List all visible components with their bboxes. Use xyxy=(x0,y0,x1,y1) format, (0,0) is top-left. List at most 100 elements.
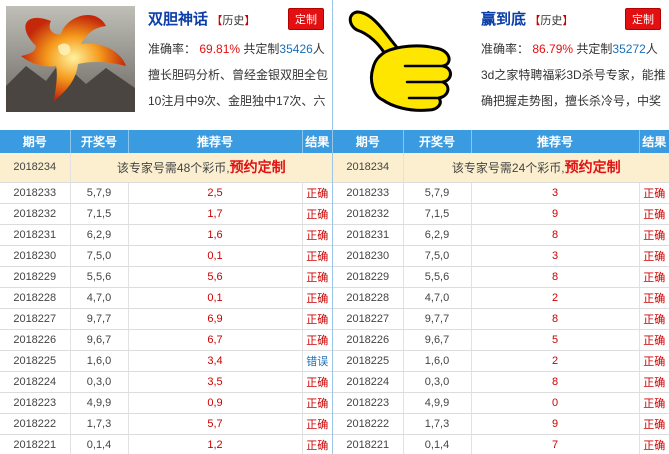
result-cell: 正确 xyxy=(302,392,332,414)
reserve-notice-row: 2018234 该专家号需48个彩币,预约定制 xyxy=(0,153,332,183)
pred-cell: 9 xyxy=(471,413,640,435)
table-row: 2018227 9,7,7 8 正确 xyxy=(333,308,669,330)
pred-cell: 8 xyxy=(471,308,640,330)
draw-cell: 1,7,3 xyxy=(403,413,472,435)
issue-cell: 2018230 xyxy=(0,245,71,267)
issue-cell: 2018229 xyxy=(333,266,404,288)
table-row: 2018232 7,1,5 9 正确 xyxy=(333,203,669,225)
table-row: 2018223 4,9,9 0 正确 xyxy=(333,392,669,414)
accuracy-row: 准确率： 86.79% 共定制35272人 xyxy=(481,42,658,56)
col-draw: 开奖号 xyxy=(70,130,129,153)
result-cell: 正确 xyxy=(639,329,669,351)
expert-name-row: 赢到底 【历史】 xyxy=(481,8,573,28)
expert-panel-left: 双胆神话 【历史】 定制 准确率： 69.81% 共定制35426人 擅长胆码分… xyxy=(0,0,332,454)
issue-cell: 2018225 xyxy=(333,350,404,372)
expert-panel-right: 赢到底 【历史】 定制 准确率： 86.79% 共定制35272人 3d之家特聘… xyxy=(333,0,669,454)
table-row: 2018224 0,3,0 8 正确 xyxy=(333,371,669,393)
draw-cell: 9,7,7 xyxy=(403,308,472,330)
issue-cell: 2018222 xyxy=(333,413,404,435)
issue-cell: 2018229 xyxy=(0,266,71,288)
pred-cell: 1,6 xyxy=(128,224,303,246)
table-row: 2018228 4,7,0 2 正确 xyxy=(333,287,669,309)
pred-cell: 3,4 xyxy=(128,350,303,372)
issue-cell: 2018221 xyxy=(333,434,404,454)
pred-cell: 0,1 xyxy=(128,245,303,267)
issue-cell: 2018230 xyxy=(333,245,404,267)
draw-cell: 0,3,0 xyxy=(403,371,472,393)
draw-cell: 9,6,7 xyxy=(403,329,472,351)
pred-cell: 8 xyxy=(471,224,640,246)
accuracy-value: 86.79% xyxy=(532,42,574,56)
table-row: 2018221 0,1,4 7 正确 xyxy=(333,434,669,454)
issue-cell: 2018231 xyxy=(0,224,71,246)
draw-cell: 1,7,3 xyxy=(70,413,129,435)
thumbs-up-avatar-icon[interactable] xyxy=(339,6,468,112)
result-cell: 错误 xyxy=(302,350,332,372)
result-cell: 正确 xyxy=(302,245,332,267)
draw-cell: 6,2,9 xyxy=(70,224,129,246)
draw-cell: 0,1,4 xyxy=(403,434,472,454)
result-cell: 正确 xyxy=(302,266,332,288)
result-cell: 正确 xyxy=(302,308,332,330)
issue-cell: 2018233 xyxy=(0,182,71,204)
custom-button[interactable]: 定制 xyxy=(288,8,324,30)
table-row: 2018225 1,6,0 3,4 错误 xyxy=(0,350,332,372)
draw-cell: 7,1,5 xyxy=(403,203,472,225)
pred-cell: 0,1 xyxy=(128,287,303,309)
draw-cell: 0,1,4 xyxy=(70,434,129,454)
draw-cell: 1,6,0 xyxy=(70,350,129,372)
history-link[interactable]: 【历史】 xyxy=(529,15,573,27)
col-draw: 开奖号 xyxy=(403,130,472,153)
pred-cell: 8 xyxy=(471,371,640,393)
issue-cell: 2018228 xyxy=(333,287,404,309)
draw-cell: 4,9,9 xyxy=(70,392,129,414)
issue-cell: 2018231 xyxy=(333,224,404,246)
table-row: 2018225 1,6,0 2 正确 xyxy=(333,350,669,372)
result-cell: 正确 xyxy=(302,329,332,351)
result-cell: 正确 xyxy=(639,371,669,393)
result-cell: 正确 xyxy=(639,287,669,309)
table-row: 2018226 9,6,7 5 正确 xyxy=(333,329,669,351)
draw-cell: 9,7,7 xyxy=(70,308,129,330)
issue-cell: 2018223 xyxy=(0,392,71,414)
pred-cell: 3,5 xyxy=(128,371,303,393)
result-cell: 正确 xyxy=(639,203,669,225)
pred-cell: 2 xyxy=(471,287,640,309)
table-row: 2018231 6,2,9 8 正确 xyxy=(333,224,669,246)
issue-cell: 2018222 xyxy=(0,413,71,435)
table-row: 2018232 7,1,5 1,7 正确 xyxy=(0,203,332,225)
expert-name[interactable]: 双胆神话 xyxy=(148,10,208,28)
draw-cell: 7,5,0 xyxy=(403,245,472,267)
pred-cell: 8 xyxy=(471,266,640,288)
issue-cell: 2018224 xyxy=(333,371,404,393)
reserve-notice-row: 2018234 该专家号需24个彩币,预约定制 xyxy=(333,153,669,183)
col-issue: 期号 xyxy=(333,130,404,153)
expert-name[interactable]: 赢到底 xyxy=(481,10,526,28)
subscriber-count: 35426 xyxy=(279,42,313,56)
col-pred: 推荐号 xyxy=(128,130,303,153)
issue-cell: 2018226 xyxy=(0,329,71,351)
result-cell: 正确 xyxy=(639,350,669,372)
draw-cell: 0,3,0 xyxy=(70,371,129,393)
issue-cell: 2018221 xyxy=(0,434,71,454)
draw-cell: 5,5,6 xyxy=(70,266,129,288)
prediction-table: 期号 开奖号 推荐号 结果 2018234 该专家号需48个彩币,预约定制 20… xyxy=(0,130,332,454)
reserve-link[interactable]: 预约定制 xyxy=(565,159,621,175)
issue-cell: 2018224 xyxy=(0,371,71,393)
history-link[interactable]: 【历史】 xyxy=(211,15,255,27)
draw-cell: 5,5,6 xyxy=(403,266,472,288)
pred-cell: 0,9 xyxy=(128,392,303,414)
table-row: 2018230 7,5,0 0,1 正确 xyxy=(0,245,332,267)
result-cell: 正确 xyxy=(302,224,332,246)
issue-cell: 2018223 xyxy=(333,392,404,414)
reserve-link[interactable]: 预约定制 xyxy=(230,159,286,175)
pred-cell: 6,7 xyxy=(128,329,303,351)
custom-button[interactable]: 定制 xyxy=(625,8,661,30)
table-row: 2018229 5,5,6 8 正确 xyxy=(333,266,669,288)
table-row: 2018224 0,3,0 3,5 正确 xyxy=(0,371,332,393)
phoenix-avatar-icon[interactable] xyxy=(6,6,135,112)
result-cell: 正确 xyxy=(302,182,332,204)
result-cell: 正确 xyxy=(302,371,332,393)
result-cell: 正确 xyxy=(639,308,669,330)
table-row: 2018221 0,1,4 1,2 正确 xyxy=(0,434,332,454)
